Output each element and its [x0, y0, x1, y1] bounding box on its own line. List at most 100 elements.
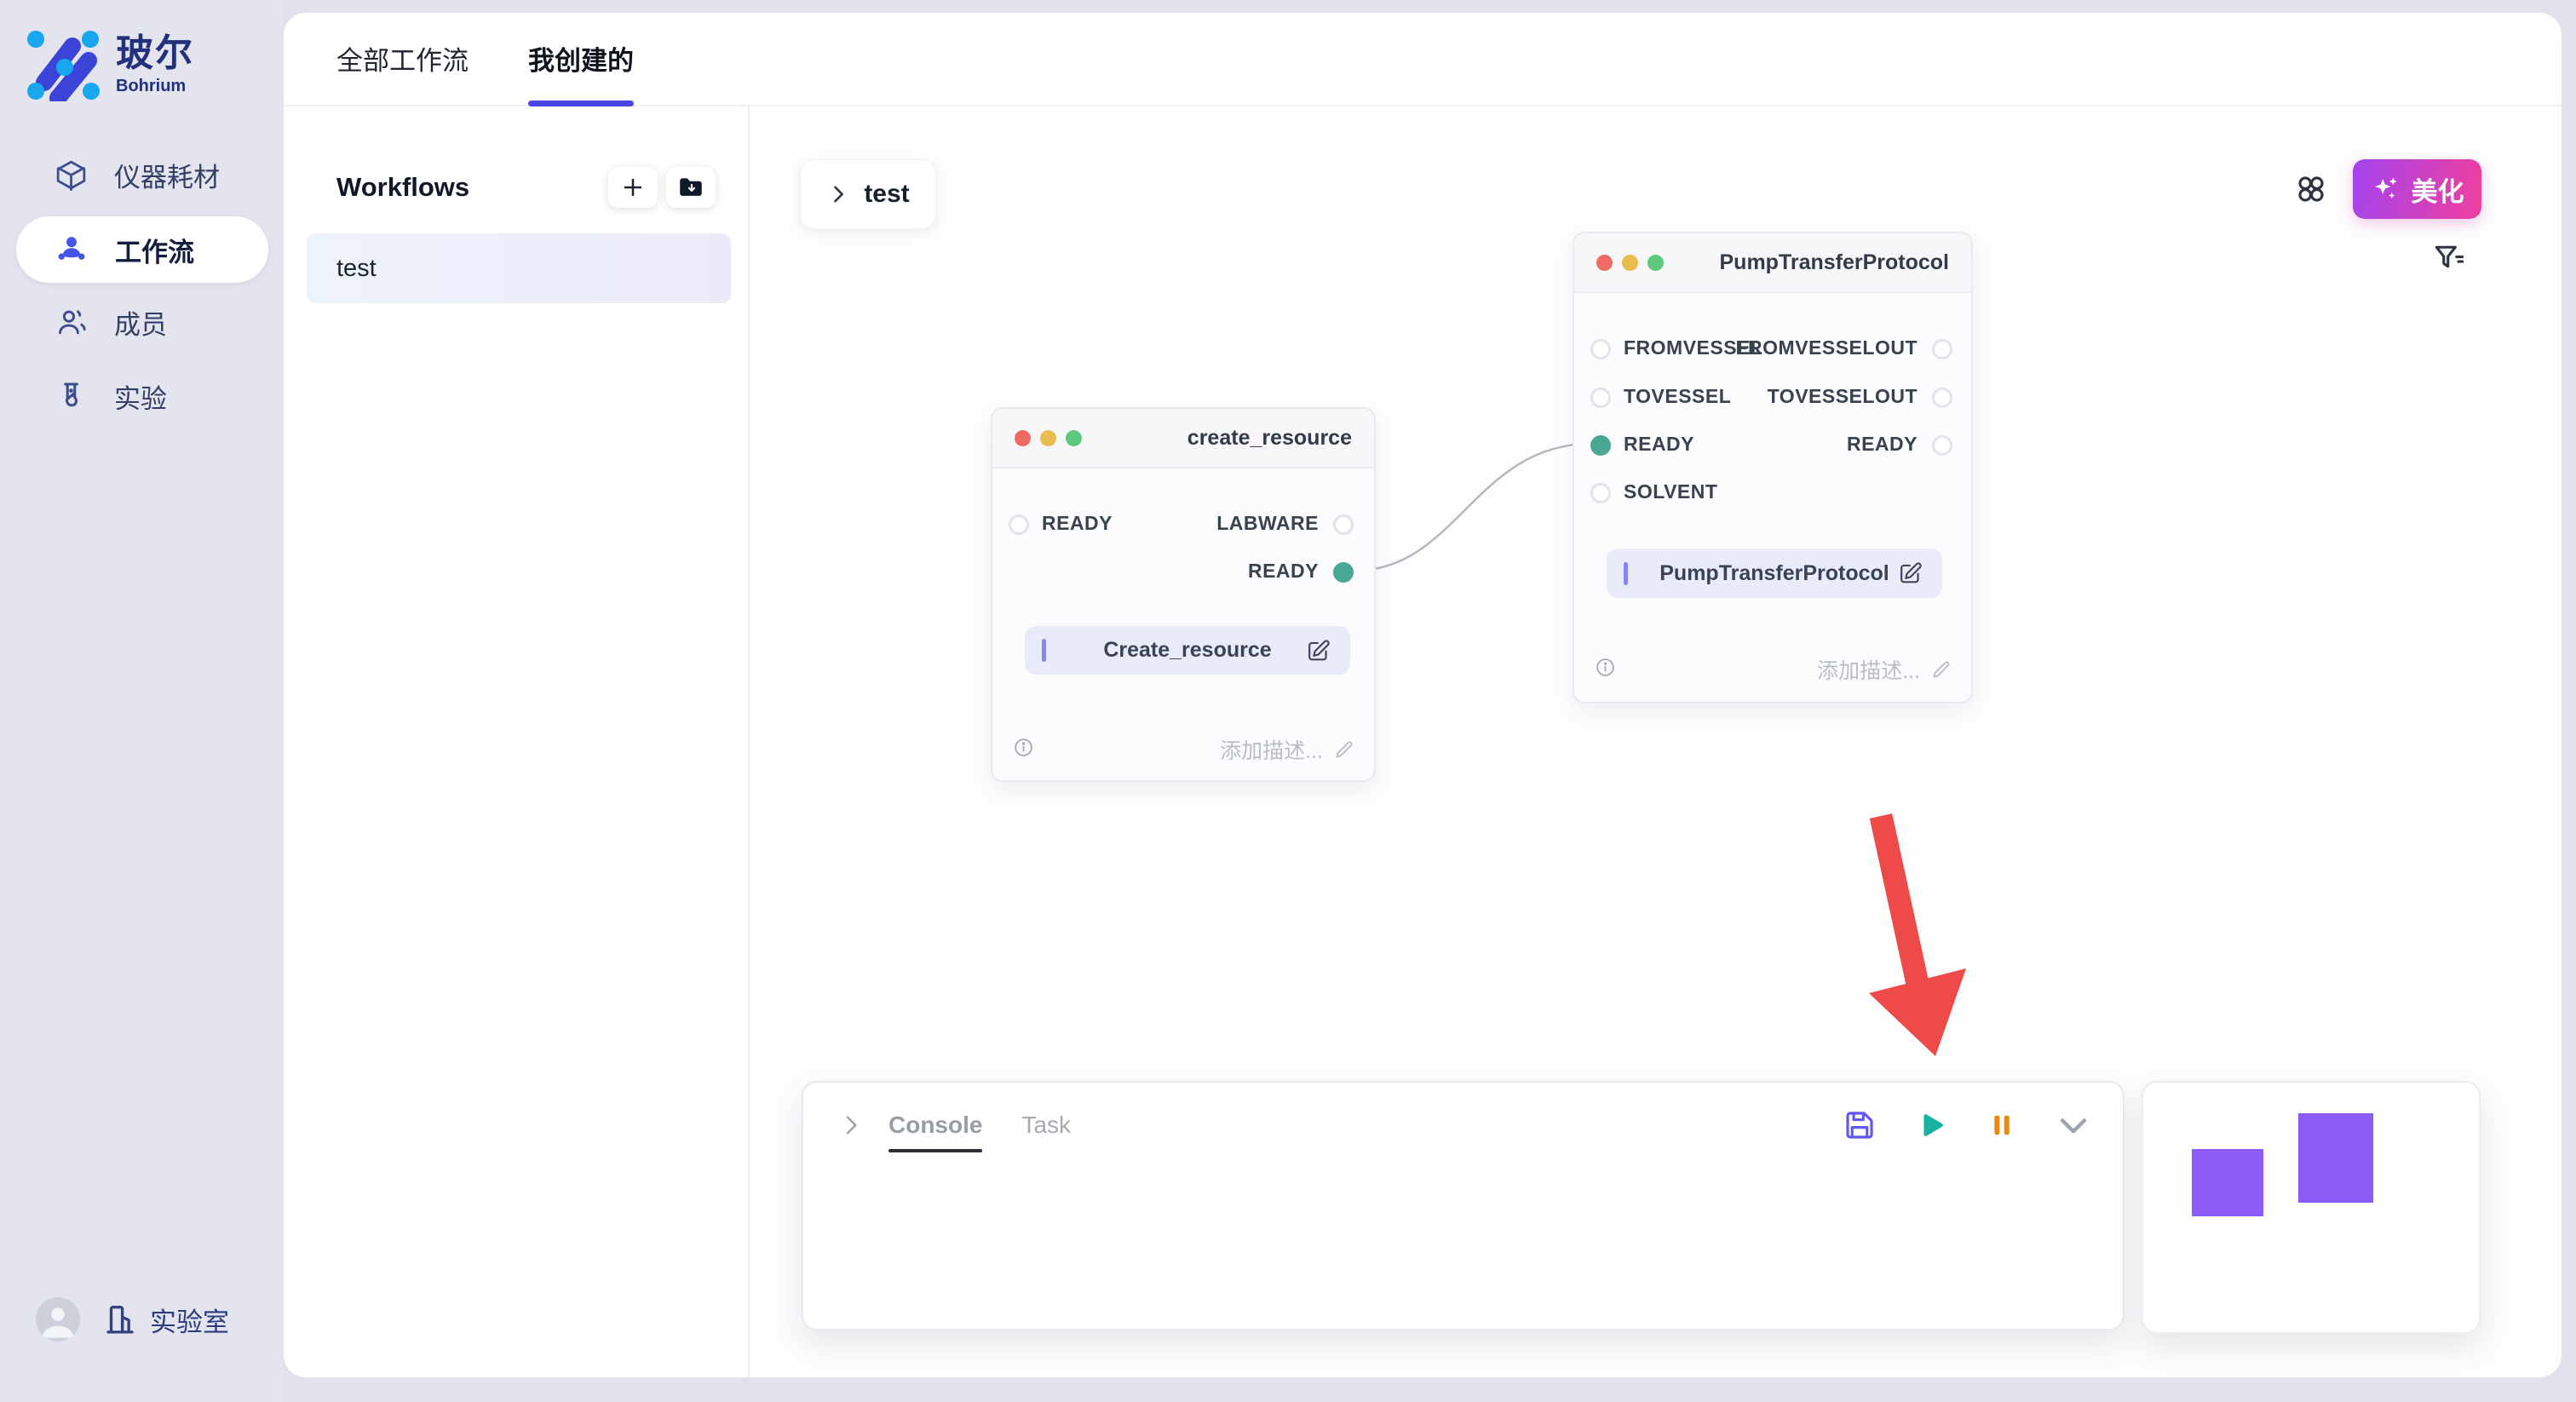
port-label: READY: [1624, 433, 1694, 456]
lab-label: 实验室: [150, 1301, 229, 1339]
sidebar-item-members[interactable]: 成员: [16, 296, 268, 348]
input-port-ready[interactable]: [1009, 514, 1029, 535]
sidebar-item-consumables[interactable]: 仪器耗材: [16, 149, 268, 200]
lab-switcher[interactable]: 实验室: [102, 1301, 229, 1339]
plus-icon: [620, 175, 646, 200]
dot-yellow-icon: [1040, 430, 1056, 446]
port-row: READY READY: [1574, 428, 1971, 463]
traffic-dots: [1596, 255, 1664, 271]
info-icon[interactable]: [1595, 657, 1616, 678]
workflow-item-label: test: [336, 255, 377, 283]
run-button[interactable]: [1915, 1108, 1949, 1142]
sidebar: 玻尔 Bohrium 仪器耗材 工作流: [0, 0, 284, 1402]
dot-green-icon: [1066, 430, 1082, 446]
dot-red-icon: [1596, 255, 1613, 271]
output-port-labware[interactable]: [1333, 514, 1354, 535]
minimap-node-create-resource: [2192, 1149, 2263, 1216]
filter-funnel-icon: [2430, 240, 2468, 278]
console-panel: Console Task: [802, 1081, 2125, 1330]
sidebar-item-label: 仪器耗材: [114, 156, 220, 194]
input-port-ready[interactable]: [1590, 435, 1611, 456]
layout-command-button[interactable]: [2291, 170, 2331, 209]
port-label: TOVESSELOUT: [1768, 385, 1918, 408]
tab-all-workflows[interactable]: 全部工作流: [336, 13, 469, 105]
output-port-ready[interactable]: [1932, 435, 1952, 456]
tab-my-created[interactable]: 我创建的: [528, 13, 634, 105]
workflow-canvas[interactable]: test 美化: [750, 106, 2562, 1377]
port-row: TOVESSEL TOVESSELOUT: [1574, 381, 1971, 415]
node-title: PumpTransferProtocol: [1720, 250, 1950, 275]
workflows-panel-title: Workflows: [336, 172, 469, 203]
input-port-fromvessel[interactable]: [1590, 339, 1611, 359]
sidebar-footer: 实验室: [36, 1297, 229, 1342]
bohrium-logo-icon: [26, 28, 101, 101]
port-row: FROMVESSEL FROMVESSELOUT: [1574, 332, 1971, 366]
workflow-list-item[interactable]: test: [307, 233, 731, 303]
node-header: create_resource: [992, 409, 1374, 468]
collapse-chevron-icon[interactable]: [2055, 1106, 2092, 1144]
node-pill-create-resource[interactable]: Create_resource: [1025, 626, 1350, 675]
save-button[interactable]: [1842, 1107, 1877, 1143]
sparkles-icon: [2371, 174, 2401, 204]
sidebar-item-label: 工作流: [115, 231, 194, 269]
import-workflow-button[interactable]: [666, 167, 716, 208]
dot-yellow-icon: [1622, 255, 1638, 271]
description-placeholder[interactable]: 添加描述...: [1220, 734, 1323, 765]
pause-button[interactable]: [1987, 1110, 2017, 1141]
add-workflow-button[interactable]: [608, 167, 658, 208]
sidebar-item-workflows[interactable]: 工作流: [16, 216, 268, 283]
node-header: PumpTransferProtocol: [1574, 233, 1971, 293]
command-icon: [2292, 170, 2330, 208]
output-port-ready[interactable]: [1333, 562, 1354, 583]
node-footer: 添加描述...: [1574, 650, 1971, 684]
console-expand-icon[interactable]: [837, 1112, 865, 1139]
dot-green-icon: [1647, 255, 1664, 271]
app-root: 玻尔 Bohrium 仪器耗材 工作流: [0, 0, 2576, 1402]
traffic-dots: [1015, 430, 1082, 446]
port-label: SOLVENT: [1624, 480, 1717, 503]
edit-icon[interactable]: [1305, 637, 1331, 664]
sidebar-item-label: 成员: [114, 303, 167, 342]
experiment-icon: [54, 379, 89, 414]
port-row: READY: [992, 555, 1374, 589]
workflows-panel: Workflows: [284, 106, 750, 1377]
sidebar-item-experiments[interactable]: 实验: [16, 371, 268, 422]
user-avatar[interactable]: [36, 1297, 80, 1342]
port-label: FROMVESSELOUT: [1735, 336, 1918, 359]
node-pump-transfer-protocol[interactable]: PumpTransferProtocol FROMVESSEL FROMVESS…: [1573, 232, 1973, 704]
chevron-right-icon: [826, 182, 850, 206]
beautify-button[interactable]: 美化: [2353, 159, 2481, 219]
output-port-tovesselout[interactable]: [1932, 388, 1952, 408]
breadcrumb-label: test: [864, 180, 909, 209]
port-label: TOVESSEL: [1624, 385, 1731, 408]
port-label: LABWARE: [1216, 512, 1319, 535]
task-tab[interactable]: Task: [1021, 1112, 1071, 1139]
minimap[interactable]: [2142, 1081, 2481, 1334]
input-port-solvent[interactable]: [1590, 483, 1611, 503]
minimap-node-pump-transfer: [2298, 1113, 2373, 1203]
sidebar-item-label: 实验: [114, 377, 167, 416]
edit-icon[interactable]: [1897, 560, 1923, 587]
node-pill-pump-transfer[interactable]: PumpTransferProtocol: [1607, 549, 1942, 598]
canvas-breadcrumb[interactable]: test: [800, 159, 936, 229]
pill-accent-bar: [1624, 562, 1628, 585]
info-icon[interactable]: [1013, 737, 1034, 758]
main-content: 全部工作流 我创建的 Workflows: [284, 13, 2562, 1377]
description-placeholder[interactable]: 添加描述...: [1817, 654, 1920, 685]
workflow-icon: [54, 232, 89, 267]
node-create-resource[interactable]: create_resource READY LABWARE READY Crea…: [991, 407, 1376, 782]
node-footer: 添加描述...: [992, 730, 1374, 764]
port-row: READY LABWARE: [992, 508, 1374, 542]
building-icon: [102, 1301, 138, 1337]
members-icon: [54, 305, 89, 340]
output-port-fromvesselout[interactable]: [1932, 339, 1952, 359]
filter-button[interactable]: [2429, 239, 2469, 279]
brand-name-en: Bohrium: [116, 77, 194, 96]
pencil-icon[interactable]: [1333, 738, 1355, 761]
pencil-icon[interactable]: [1930, 658, 1952, 681]
port-row: SOLVENT: [1574, 476, 1971, 510]
pill-label: Create_resource: [1103, 638, 1271, 663]
workflow-tabbar: 全部工作流 我创建的: [284, 13, 2562, 106]
input-port-tovessel[interactable]: [1590, 388, 1611, 408]
console-tab[interactable]: Console: [888, 1112, 982, 1139]
